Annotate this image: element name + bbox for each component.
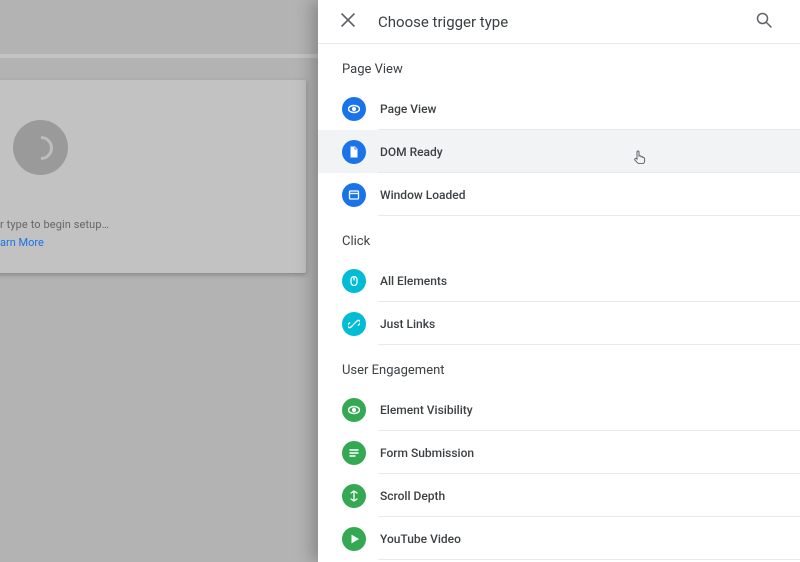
trigger-type-element-visibility[interactable]: Element Visibility [318, 388, 800, 431]
scroll-icon [342, 484, 366, 508]
trigger-type-dom-ready[interactable]: DOM Ready [318, 130, 800, 173]
trigger-type-label: YouTube Video [380, 532, 461, 546]
mouse-icon [342, 269, 366, 293]
link-icon [342, 312, 366, 336]
trigger-placeholder-icon [13, 120, 68, 175]
trigger-type-scroll-depth[interactable]: Scroll Depth [318, 474, 800, 517]
panel-header: Choose trigger type [318, 0, 800, 44]
search-button[interactable] [748, 6, 780, 38]
trigger-type-label: Window Loaded [380, 188, 465, 202]
trigger-type-window-loaded[interactable]: Window Loaded [318, 173, 800, 216]
trigger-type-label: All Elements [380, 274, 447, 288]
play-icon [342, 527, 366, 551]
section-heading: User Engagement [318, 363, 800, 388]
close-icon [341, 13, 355, 30]
setup-hint-text: r type to begin setup… [0, 218, 109, 231]
panel-body: Page View Page View DOM Ready Window Loaded… [318, 44, 800, 562]
trigger-type-youtube-video[interactable]: YouTube Video [318, 517, 800, 560]
section-heading: Click [318, 234, 800, 259]
trigger-config-card [0, 80, 306, 273]
eye-icon [342, 398, 366, 422]
trigger-type-label: Scroll Depth [380, 489, 445, 503]
form-icon [342, 441, 366, 465]
section-heading: Page View [318, 62, 800, 87]
trigger-type-form-submission[interactable]: Form Submission [318, 431, 800, 474]
eye-icon [342, 97, 366, 121]
trigger-type-page-view[interactable]: Page View [318, 87, 800, 130]
panel-title: Choose trigger type [378, 13, 508, 31]
trigger-type-label: DOM Ready [380, 145, 443, 159]
trigger-type-all-elements[interactable]: All Elements [318, 259, 800, 302]
doc-icon [342, 140, 366, 164]
trigger-type-just-links[interactable]: Just Links [318, 302, 800, 345]
search-icon [756, 12, 772, 31]
close-button[interactable] [332, 6, 364, 38]
learn-more-link[interactable]: arn More [0, 236, 44, 249]
trigger-type-label: Page View [380, 102, 436, 116]
trigger-type-label: Just Links [380, 317, 435, 331]
trigger-type-label: Form Submission [380, 446, 474, 460]
window-icon [342, 183, 366, 207]
choose-trigger-panel: Choose trigger type Page View Page View DO… [318, 0, 800, 562]
trigger-type-label: Element Visibility [380, 403, 473, 417]
